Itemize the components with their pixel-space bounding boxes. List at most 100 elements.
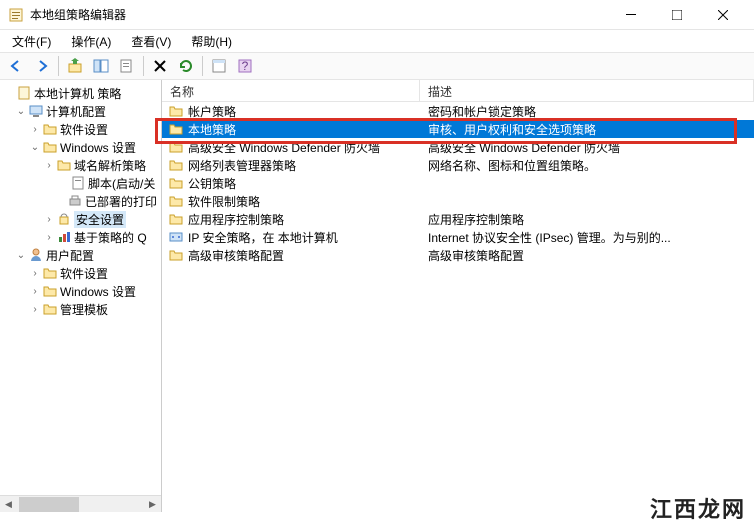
list-row[interactable]: 软件限制策略 [162,192,754,210]
menu-action[interactable]: 操作(A) [63,31,119,52]
tree-admin-templates[interactable]: › 管理模板 [0,300,161,318]
tree-security-settings[interactable]: › 安全设置 [0,210,161,228]
maximize-button[interactable] [654,0,700,30]
properties-button[interactable] [207,54,231,78]
folder-icon [42,121,58,137]
folder-icon [168,103,184,119]
tree-scrollbar[interactable]: ◀ ▶ [0,495,161,512]
item-name: 网络列表管理器策略 [188,157,296,174]
folder-icon [168,211,184,227]
column-name[interactable]: 名称 [162,80,420,101]
item-desc: 密码和帐户锁定策略 [420,103,754,120]
tree-root[interactable]: 本地计算机 策略 [0,84,161,102]
refresh-button[interactable] [174,54,198,78]
item-desc: 审核、用户权利和安全选项策略 [420,121,754,138]
folder-icon [168,193,184,209]
chevron-right-icon[interactable]: › [28,266,42,280]
chevron-down-icon[interactable]: ⌄ [14,104,28,118]
minimize-button[interactable] [608,0,654,30]
tree-printers[interactable]: 已部署的打印 [0,192,161,210]
list-row[interactable]: 帐户策略 密码和帐户锁定策略 [162,102,754,120]
scroll-thumb[interactable] [19,497,79,512]
export-button[interactable] [115,54,139,78]
chevron-right-icon[interactable]: › [28,302,42,316]
folder-icon [168,139,184,155]
tree-user-software[interactable]: › 软件设置 [0,264,161,282]
window-controls [608,0,746,30]
list-row[interactable]: IP 安全策略，在 本地计算机 Internet 协议安全性 (IPsec) 管理… [162,228,754,246]
app-icon [8,7,24,23]
window-title: 本地组策略编辑器 [30,6,608,23]
list-view[interactable]: 帐户策略密码和帐户锁定策略本地策略审核、用户权利和安全选项策略高级安全 Wind… [162,102,754,512]
network-icon [168,229,184,245]
toolbar: ? [0,52,754,80]
folder-icon [168,175,184,191]
watermark: 江西龙网 [650,492,746,524]
list-row[interactable]: 高级安全 Windows Defender 防火墙 高级安全 Windows De… [162,138,754,156]
tree-user-config[interactable]: ⌄ 用户配置 [0,246,161,264]
chart-icon [56,229,72,245]
chevron-down-icon[interactable]: ⌄ [14,248,28,262]
chevron-right-icon[interactable]: › [42,158,56,172]
delete-button[interactable] [148,54,172,78]
item-desc: Internet 协议安全性 (IPsec) 管理。为与别的... [420,229,754,246]
user-icon [28,247,44,263]
chevron-down-icon[interactable] [2,86,16,100]
separator [202,56,203,76]
list-row[interactable]: 应用程序控制策略应用程序控制策略 [162,210,754,228]
folder-icon [168,121,184,137]
tree-user-windows-settings[interactable]: › Windows 设置 [0,282,161,300]
separator [58,56,59,76]
printer-icon [67,193,83,209]
tree-dns-policy[interactable]: › 域名解析策略 [0,156,161,174]
menu-file[interactable]: 文件(F) [4,31,59,52]
show-hide-tree-button[interactable] [89,54,113,78]
item-name: 软件限制策略 [188,193,260,210]
title-bar: 本地组策略编辑器 [0,0,754,30]
tree-software-settings[interactable]: › 软件设置 [0,120,161,138]
list-row[interactable]: 本地策略 审核、用户权利和安全选项策略 [162,120,754,138]
scroll-right-icon[interactable]: ▶ [144,496,161,513]
chevron-right-icon[interactable]: › [42,212,56,226]
menu-help[interactable]: 帮助(H) [183,31,240,52]
item-desc: 高级安全 Windows Defender 防火墙 [420,139,754,156]
item-name: 帐户策略 [188,103,236,120]
tree-policy-qos[interactable]: › 基于策略的 Q [0,228,161,246]
help-button[interactable]: ? [233,54,257,78]
list-row[interactable]: 公钥策略 [162,174,754,192]
separator [143,56,144,76]
tree-scripts[interactable]: 脚本(启动/关 [0,174,161,192]
tree-windows-settings[interactable]: ⌄ Windows 设置 [0,138,161,156]
folder-icon [168,157,184,173]
forward-button[interactable] [30,54,54,78]
tree-view[interactable]: 本地计算机 策略 ⌄ 计算机配置 › 软件设置 ⌄ Windows 设置 › 域… [0,80,161,495]
folder-icon [42,301,58,317]
svg-text:?: ? [242,59,249,73]
list-pane: 名称 描述 帐户策略密码和帐户锁定策略本地策略审核、用户权利和安全选项策略高级安… [162,80,754,512]
item-name: 高级安全 Windows Defender 防火墙 [188,139,380,156]
item-name: 高级审核策略配置 [188,247,284,264]
up-button[interactable] [63,54,87,78]
list-row[interactable]: 高级审核策略配置 高级审核策略配置 [162,246,754,264]
close-button[interactable] [700,0,746,30]
column-desc[interactable]: 描述 [420,80,754,101]
chevron-right-icon[interactable]: › [28,122,42,136]
menu-view[interactable]: 查看(V) [123,31,179,52]
item-name: IP 安全策略，在 本地计算机 [188,229,338,246]
folder-icon [42,283,58,299]
back-button[interactable] [4,54,28,78]
folder-icon [42,265,58,281]
chevron-down-icon[interactable]: ⌄ [28,140,42,154]
chevron-right-icon[interactable]: › [42,230,56,244]
folder-icon [168,247,184,263]
chevron-right-icon[interactable]: › [28,284,42,298]
tree-computer-config[interactable]: ⌄ 计算机配置 [0,102,161,120]
menu-bar: 文件(F) 操作(A) 查看(V) 帮助(H) [0,30,754,52]
item-desc: 高级审核策略配置 [420,247,754,264]
tree-pane: 本地计算机 策略 ⌄ 计算机配置 › 软件设置 ⌄ Windows 设置 › 域… [0,80,162,512]
scroll-left-icon[interactable]: ◀ [0,496,17,513]
item-name: 本地策略 [188,121,236,138]
list-row[interactable]: 网络列表管理器策略网络名称、图标和位置组策略。 [162,156,754,174]
list-header: 名称 描述 [162,80,754,102]
item-name: 公钥策略 [188,175,236,192]
